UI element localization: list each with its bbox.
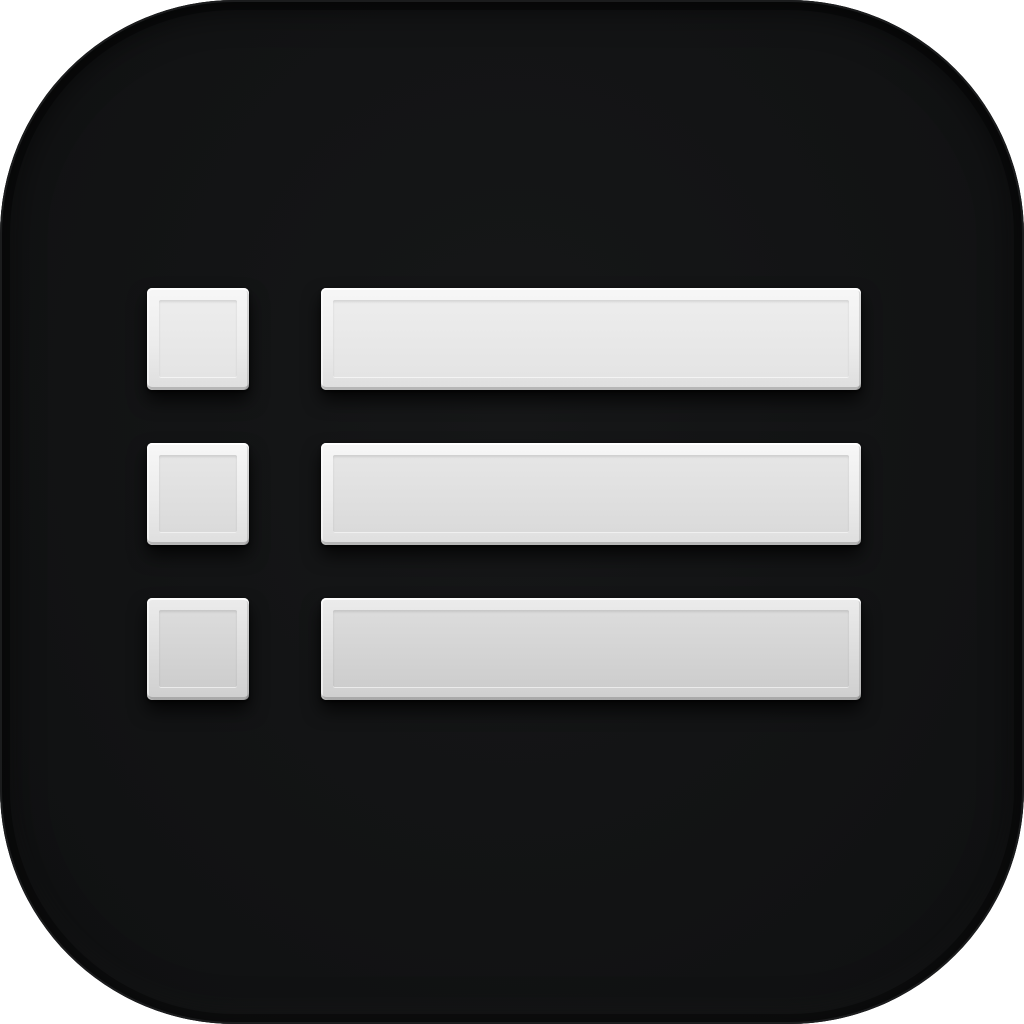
- list-app-icon[interactable]: [0, 0, 1024, 1024]
- list-line-2: [321, 443, 861, 545]
- list-bullet-1: [147, 288, 249, 390]
- app-icon-canvas: [0, 0, 1024, 1024]
- list-line-1: [321, 288, 861, 390]
- list-bullet-3: [147, 598, 249, 700]
- list-bullet-2: [147, 443, 249, 545]
- list-line-3: [321, 598, 861, 700]
